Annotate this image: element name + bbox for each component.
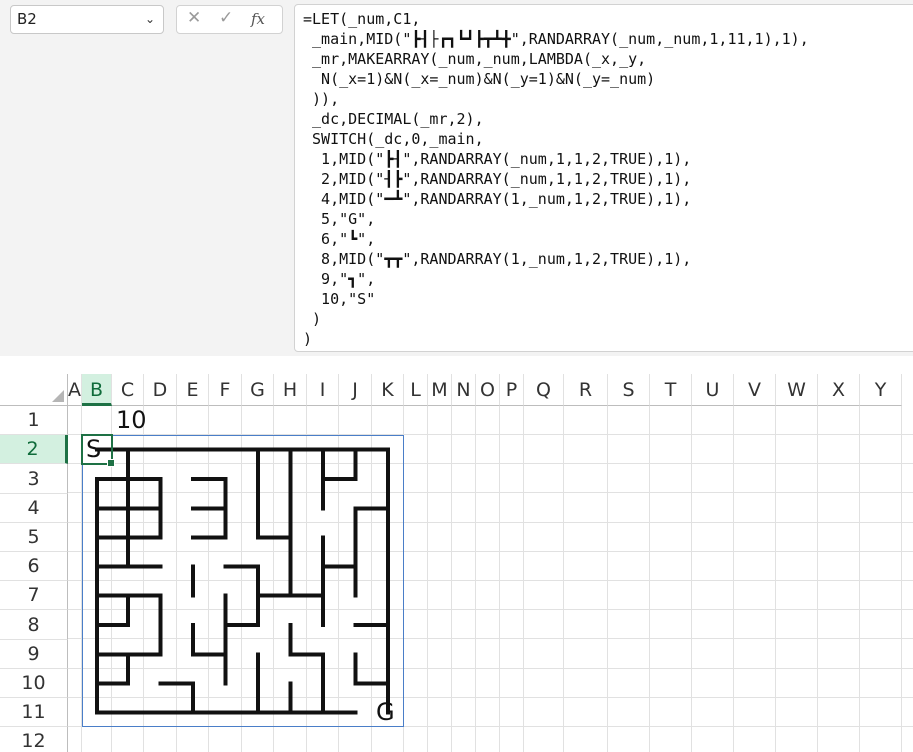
fx-icon[interactable]: fx: [251, 10, 265, 28]
row-header-9[interactable]: 9: [0, 640, 68, 669]
gridline-vertical: [649, 406, 650, 752]
column-header-q[interactable]: Q: [524, 374, 564, 406]
name-box-value: B2: [17, 10, 37, 28]
formula-line: ): [303, 330, 313, 348]
formula-line: SWITCH(_dc,0,_main,: [303, 130, 484, 148]
column-header-i[interactable]: I: [307, 374, 339, 406]
column-header-l[interactable]: L: [404, 374, 428, 406]
gridline-vertical: [451, 406, 452, 752]
formula-bar-area: B2 ⌄ ✕ ✓ fx =LET(_num,C1, _main,MID("┣┨├…: [0, 0, 913, 356]
gridline-vertical: [817, 406, 818, 752]
column-header-w[interactable]: W: [776, 374, 818, 406]
column-header-c[interactable]: C: [112, 374, 144, 406]
formula-line: ): [303, 310, 322, 328]
gridline-vertical: [499, 406, 500, 752]
gridline-vertical: [901, 406, 902, 752]
worksheet-grid[interactable]: ABCDEFGHIJKLMNOPQRSTUVWXY 1 2 3 4 5 6 7 8 9 10 11 1…: [0, 374, 913, 752]
gridline-vertical: [475, 406, 476, 752]
formula-line: 10,"S": [303, 290, 376, 308]
column-header-h[interactable]: H: [274, 374, 307, 406]
name-box[interactable]: B2 ⌄: [10, 5, 164, 34]
spill-range-border: [82, 435, 404, 727]
column-header-u[interactable]: U: [692, 374, 734, 406]
formula-line: 9,"┓",: [303, 270, 376, 288]
gridline-vertical: [523, 406, 524, 752]
gridline-vertical: [427, 406, 428, 752]
row-header-4[interactable]: 4: [0, 494, 68, 523]
formula-line: )),: [303, 90, 340, 108]
cell-k11[interactable]: G: [376, 698, 395, 726]
formula-line: 8,MID("┳┳",RANDARRAY(1,_num,1,2,TRUE),1)…: [303, 250, 692, 268]
column-header-g[interactable]: G: [242, 374, 274, 406]
formula-text[interactable]: =LET(_num,C1, _main,MID("┣┨├┏┓┗┛┣┳┻╋",RA…: [303, 9, 809, 349]
column-header-y[interactable]: Y: [860, 374, 902, 406]
column-header-n[interactable]: N: [452, 374, 476, 406]
select-all-corner[interactable]: [0, 374, 68, 406]
column-header-t[interactable]: T: [650, 374, 692, 406]
column-header-j[interactable]: J: [339, 374, 372, 406]
row-header-7[interactable]: 7: [0, 581, 68, 610]
gridline-vertical: [563, 406, 564, 752]
formula-line: _mr,MAKEARRAY(_num,_num,LAMBDA(_x,_y,: [303, 50, 647, 68]
row-header-12[interactable]: 12: [0, 727, 68, 752]
column-header-d[interactable]: D: [144, 374, 177, 406]
gridline-vertical: [775, 406, 776, 752]
column-header-a[interactable]: A: [68, 374, 82, 406]
row-header-5[interactable]: 5: [0, 523, 68, 552]
column-header-x[interactable]: X: [818, 374, 860, 406]
row-header-1[interactable]: 1: [0, 406, 68, 435]
row-header-6[interactable]: 6: [0, 552, 68, 581]
formula-line: 6,"┗",: [303, 230, 376, 248]
column-header-r[interactable]: R: [564, 374, 608, 406]
column-header-s[interactable]: S: [608, 374, 650, 406]
column-header-v[interactable]: V: [734, 374, 776, 406]
formula-line: N(_x=1)&N(_x=_num)&N(_y=1)&N(_y=_num): [303, 70, 656, 88]
row-header-2[interactable]: 2: [0, 435, 68, 464]
formula-line: 1,MID("┣┨",RANDARRAY(_num,1,1,2,TRUE),1)…: [303, 150, 692, 168]
formula-input[interactable]: =LET(_num,C1, _main,MID("┣┨├┏┓┗┛┣┳┻╋",RA…: [294, 4, 913, 352]
row-header-10[interactable]: 10: [0, 669, 68, 698]
formula-line: _dc,DECIMAL(_mr,2),: [303, 110, 484, 128]
gridline-vertical: [607, 406, 608, 752]
excel-window: { "name_box": {"value": "B2"}, "icons": …: [0, 0, 913, 752]
check-icon[interactable]: ✓: [219, 8, 233, 28]
gridline-vertical: [733, 406, 734, 752]
formula-line: 4,MID("━┻",RANDARRAY(1,_num,1,2,TRUE),1)…: [303, 190, 692, 208]
gridline-vertical: [691, 406, 692, 752]
formula-line: =LET(_num,C1,: [303, 10, 421, 28]
row-header-8[interactable]: 8: [0, 610, 68, 640]
column-header-b[interactable]: B: [82, 374, 112, 406]
formula-line: 2,MID("┨┣",RANDARRAY(_num,1,1,2,TRUE),1)…: [303, 170, 692, 188]
column-header-p[interactable]: P: [500, 374, 524, 406]
column-header-f[interactable]: F: [209, 374, 242, 406]
row-header-11[interactable]: 11: [0, 698, 68, 727]
formula-line: _main,MID("┣┨├┏┓┗┛┣┳┻╋",RANDARRAY(_num,_…: [303, 30, 809, 48]
chevron-down-icon[interactable]: ⌄: [145, 6, 155, 33]
column-header-m[interactable]: M: [428, 374, 452, 406]
column-header-e[interactable]: E: [177, 374, 209, 406]
column-header-k[interactable]: K: [372, 374, 404, 406]
cell-c1[interactable]: 10: [116, 406, 147, 434]
close-icon[interactable]: ✕: [187, 8, 201, 28]
formula-buttons: ✕ ✓ fx: [176, 5, 283, 34]
selected-cell-border: [81, 434, 115, 467]
column-header-o[interactable]: O: [476, 374, 500, 406]
formula-line: 5,"G",: [303, 210, 376, 228]
gridline-vertical: [859, 406, 860, 752]
row-header-3[interactable]: 3: [0, 464, 68, 494]
